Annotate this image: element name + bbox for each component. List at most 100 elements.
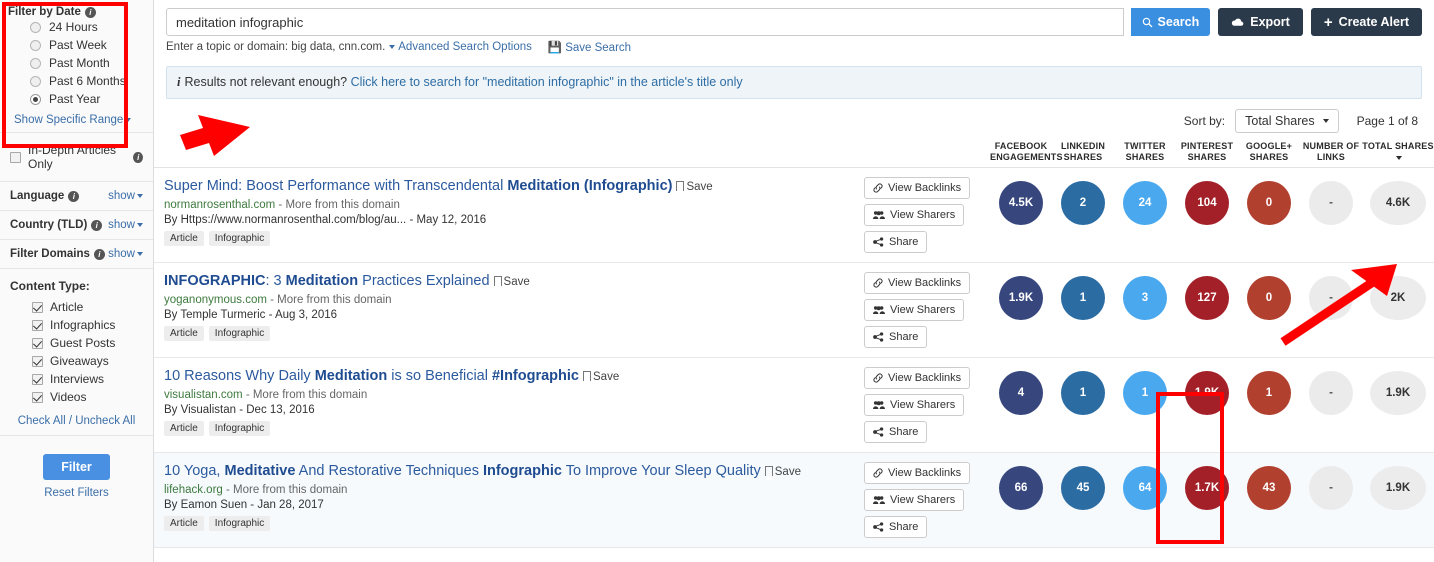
result-domain[interactable]: normanrosenthal.com <box>164 199 275 211</box>
metric-facebook[interactable]: 1.9K <box>999 276 1043 320</box>
metric-linkedin[interactable]: 45 <box>1061 466 1105 510</box>
search-button[interactable]: Search <box>1131 8 1211 36</box>
radio-button[interactable] <box>30 40 41 51</box>
metric-pinterest[interactable]: 104 <box>1185 181 1229 225</box>
more-from-domain-link[interactable]: - More from this domain <box>267 294 392 306</box>
date-option-past-year[interactable]: Past Year <box>8 90 145 108</box>
info-icon[interactable]: i <box>85 7 96 18</box>
content-type-videos[interactable]: Videos <box>10 388 143 406</box>
metric-linkedin[interactable]: 1 <box>1061 371 1105 415</box>
metric-links[interactable]: - <box>1309 181 1353 225</box>
result-domain[interactable]: yoganonymous.com <box>164 294 267 306</box>
content-type-giveaways[interactable]: Giveaways <box>10 352 143 370</box>
info-icon[interactable]: i <box>94 249 105 260</box>
info-icon[interactable]: i <box>91 220 102 231</box>
result-title[interactable]: INFOGRAPHIC: 3 Meditation Practices Expl… <box>164 272 858 291</box>
metric-total[interactable]: 2K <box>1370 276 1426 320</box>
metric-linkedin[interactable]: 2 <box>1061 181 1105 225</box>
metric-twitter[interactable]: 64 <box>1123 466 1167 510</box>
save-article-button[interactable]: Save <box>765 466 801 478</box>
search-input[interactable] <box>166 8 1124 36</box>
checkbox[interactable] <box>32 302 43 313</box>
show-specific-range-link[interactable]: Show Specific Range <box>14 114 131 126</box>
share-button[interactable]: Share <box>864 326 927 348</box>
metric-pinterest[interactable]: 127 <box>1185 276 1229 320</box>
content-type-guest-posts[interactable]: Guest Posts <box>10 334 143 352</box>
save-search-link[interactable]: 💾Save Search <box>548 40 631 54</box>
metric-links[interactable]: - <box>1309 371 1353 415</box>
more-from-domain-link[interactable]: - More from this domain <box>243 389 368 401</box>
radio-button[interactable] <box>30 76 41 87</box>
advanced-search-options-link[interactable]: Advanced Search Options <box>389 41 532 53</box>
column-header-total-shares[interactable]: TOTAL SHARES <box>1362 141 1434 163</box>
result-domain[interactable]: lifehack.org <box>164 484 223 496</box>
metric-linkedin[interactable]: 1 <box>1061 276 1105 320</box>
country-show-toggle[interactable]: show <box>108 219 143 231</box>
date-option-past-month[interactable]: Past Month <box>8 54 145 72</box>
date-option-past-week[interactable]: Past Week <box>8 36 145 54</box>
more-from-domain-link[interactable]: - More from this domain <box>275 199 400 211</box>
checkbox[interactable] <box>32 338 43 349</box>
share-button[interactable]: Share <box>864 421 927 443</box>
checkbox[interactable] <box>32 320 43 331</box>
metric-google[interactable]: 0 <box>1247 181 1291 225</box>
more-from-domain-link[interactable]: - More from this domain <box>223 484 348 496</box>
date-option-past-6-months[interactable]: Past 6 Months <box>8 72 145 90</box>
view-sharers-button[interactable]: View Sharers <box>864 204 964 226</box>
metric-twitter[interactable]: 24 <box>1123 181 1167 225</box>
filter-domains-show-toggle[interactable]: show <box>108 248 143 260</box>
share-button[interactable]: Share <box>864 516 927 538</box>
in-depth-articles-checkbox-row[interactable]: In-Depth Articles Only i <box>10 141 143 173</box>
view-backlinks-button[interactable]: View Backlinks <box>864 462 970 484</box>
save-article-button[interactable]: Save <box>494 276 530 288</box>
export-button[interactable]: Export <box>1218 8 1303 36</box>
view-sharers-button[interactable]: View Sharers <box>864 489 964 511</box>
metric-links[interactable]: - <box>1309 276 1353 320</box>
metric-pinterest[interactable]: 1.9K <box>1185 371 1229 415</box>
reset-filters-link[interactable]: Reset Filters <box>10 487 143 499</box>
date-option-24-hours[interactable]: 24 Hours <box>8 18 145 36</box>
metric-facebook[interactable]: 66 <box>999 466 1043 510</box>
metric-facebook[interactable]: 4.5K <box>999 181 1043 225</box>
metric-google[interactable]: 0 <box>1247 276 1291 320</box>
radio-button[interactable] <box>30 58 41 69</box>
title-only-search-link[interactable]: Click here to search for "meditation inf… <box>351 75 743 89</box>
radio-button[interactable] <box>30 94 41 105</box>
in-depth-articles-checkbox[interactable] <box>10 152 21 163</box>
metric-pinterest[interactable]: 1.7K <box>1185 466 1229 510</box>
view-backlinks-button[interactable]: View Backlinks <box>864 272 970 294</box>
view-backlinks-button[interactable]: View Backlinks <box>864 367 970 389</box>
metric-twitter[interactable]: 3 <box>1123 276 1167 320</box>
metric-total[interactable]: 1.9K <box>1370 371 1426 415</box>
content-type-interviews[interactable]: Interviews <box>10 370 143 388</box>
view-sharers-button[interactable]: View Sharers <box>864 299 964 321</box>
info-icon[interactable]: i <box>133 152 143 163</box>
save-article-button[interactable]: Save <box>676 181 712 193</box>
check-all-link[interactable]: Check All / Uncheck All <box>10 415 143 427</box>
info-icon[interactable]: i <box>68 191 79 202</box>
filter-button[interactable]: Filter <box>43 454 110 480</box>
metric-google[interactable]: 43 <box>1247 466 1291 510</box>
result-title[interactable]: 10 Yoga, Meditative And Restorative Tech… <box>164 462 858 481</box>
share-button[interactable]: Share <box>864 231 927 253</box>
view-sharers-button[interactable]: View Sharers <box>864 394 964 416</box>
metric-facebook[interactable]: 4 <box>999 371 1043 415</box>
create-alert-button[interactable]: + Create Alert <box>1311 8 1422 36</box>
result-title[interactable]: Super Mind: Boost Performance with Trans… <box>164 177 858 196</box>
content-type-article[interactable]: Article <box>10 298 143 316</box>
radio-button[interactable] <box>30 22 41 33</box>
sort-by-dropdown[interactable]: Total Shares <box>1235 109 1338 133</box>
metric-google[interactable]: 1 <box>1247 371 1291 415</box>
result-domain[interactable]: visualistan.com <box>164 389 243 401</box>
view-backlinks-button[interactable]: View Backlinks <box>864 177 970 199</box>
metric-total[interactable]: 4.6K <box>1370 181 1426 225</box>
metric-twitter[interactable]: 1 <box>1123 371 1167 415</box>
checkbox[interactable] <box>32 392 43 403</box>
result-title[interactable]: 10 Reasons Why Daily Meditation is so Be… <box>164 367 858 386</box>
metric-total[interactable]: 1.9K <box>1370 466 1426 510</box>
checkbox[interactable] <box>32 356 43 367</box>
language-show-toggle[interactable]: show <box>108 190 143 202</box>
content-type-infographics[interactable]: Infographics <box>10 316 143 334</box>
metric-links[interactable]: - <box>1309 466 1353 510</box>
save-article-button[interactable]: Save <box>583 371 619 383</box>
